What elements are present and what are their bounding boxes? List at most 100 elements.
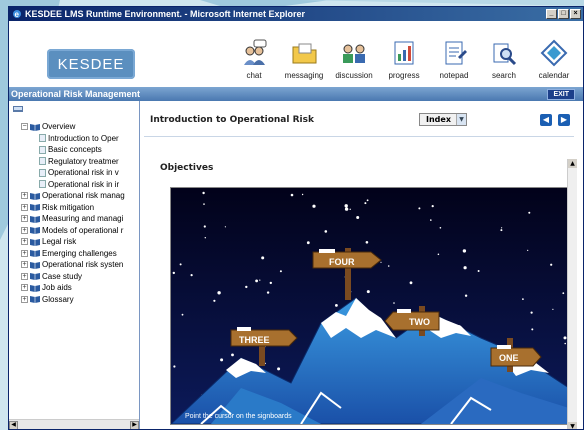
sign-one-label: ONE: [499, 353, 519, 363]
notepad-label: notepad: [439, 71, 469, 80]
objectives-scene: FOUR TWO THREE ONE Point the cursor on t…: [170, 187, 570, 425]
sign-three-label: THREE: [239, 335, 270, 345]
content-vertical-scrollbar[interactable]: ▲ ▼: [567, 159, 577, 429]
tree-item[interactable]: Introduction to Oper: [39, 133, 137, 144]
book-icon: [30, 284, 40, 292]
lms-toolbar: chat messaging discussion progress notep…: [229, 39, 579, 80]
sign-two[interactable]: TWO: [384, 309, 440, 331]
tree-item[interactable]: + Glossary: [21, 294, 137, 305]
progress-icon: [394, 41, 414, 65]
minimize-button[interactable]: _: [546, 9, 557, 19]
index-dropdown[interactable]: Index ▼: [419, 113, 467, 126]
notepad-icon: [445, 41, 467, 65]
lms-header: KESDEE chat messaging discussion progres…: [9, 21, 583, 87]
previous-button[interactable]: ◀: [540, 114, 552, 126]
tree-item[interactable]: Regulatory treatmer: [39, 156, 137, 167]
sign-three[interactable]: THREE: [230, 327, 298, 347]
kesdee-logo: KESDEE: [47, 49, 135, 79]
sign-four[interactable]: FOUR: [312, 249, 382, 269]
tree-item-label: Operational risk manag: [42, 191, 125, 200]
tree-item[interactable]: Operational risk in ir: [39, 179, 137, 190]
scroll-right-arrow[interactable]: ▶: [130, 421, 139, 429]
exit-button[interactable]: EXIT: [547, 89, 575, 100]
search-button[interactable]: search: [479, 39, 529, 80]
window-title-bar: e KESDEE LMS Runtime Environment. - Micr…: [9, 7, 583, 21]
messaging-button[interactable]: messaging: [279, 39, 329, 80]
expand-icon[interactable]: +: [21, 295, 28, 303]
calendar-icon: [540, 39, 568, 67]
expand-icon[interactable]: +: [21, 203, 28, 211]
chat-icon: [244, 39, 267, 65]
tree-item[interactable]: + Operational risk manag: [21, 190, 137, 201]
title-divider: [144, 136, 574, 137]
notepad-button[interactable]: notepad: [429, 39, 479, 80]
tree-item[interactable]: + Job aids: [21, 282, 137, 293]
close-button[interactable]: ×: [570, 9, 581, 19]
tree-item[interactable]: + Legal risk: [21, 236, 137, 247]
calendar-label: calendar: [538, 71, 570, 80]
tree-item-label: Legal risk: [42, 237, 77, 246]
tree-item-label: Overview: [42, 122, 76, 131]
expand-icon[interactable]: +: [21, 226, 28, 234]
window-title: KESDEE LMS Runtime Environment. - Micros…: [25, 9, 306, 19]
tree-item[interactable]: + Measuring and managi: [21, 213, 137, 224]
tree-item-label: Operational risk in ir: [48, 179, 120, 189]
book-icon: [30, 296, 40, 303]
page-icon: [39, 145, 46, 154]
search-label: search: [491, 71, 516, 80]
tree-item[interactable]: + Models of operational r: [21, 225, 137, 236]
course-tree: − Overview Introduction to Oper Basic conce…: [9, 101, 140, 429]
progress-button[interactable]: progress: [379, 39, 429, 80]
expand-icon[interactable]: +: [21, 261, 28, 268]
expand-icon[interactable]: +: [21, 284, 28, 291]
collapse-icon[interactable]: −: [21, 123, 28, 130]
chevron-left-icon: ◀: [542, 115, 550, 124]
browser-window: e KESDEE LMS Runtime Environment. - Micr…: [8, 6, 584, 430]
page-icon: [39, 134, 46, 142]
expand-icon[interactable]: +: [21, 272, 28, 280]
discussion-icon: [343, 44, 365, 63]
svg-text:e: e: [15, 10, 20, 19]
chat-button[interactable]: chat: [229, 39, 279, 80]
index-label: Index: [426, 115, 451, 124]
tree-item-label: Regulatory treatmer: [48, 156, 119, 166]
search-icon: [493, 43, 517, 66]
tree-item-label: Basic concepts: [48, 145, 102, 154]
tree-item-label: Operational risk systen: [42, 260, 124, 269]
tree-item[interactable]: Basic concepts: [39, 144, 137, 155]
tree-item[interactable]: + Emerging challenges: [21, 248, 137, 259]
sign-four-label: FOUR: [329, 257, 355, 267]
discussion-label: discussion: [335, 71, 373, 80]
tree-item-label: Models of operational r: [42, 225, 124, 235]
tree-item-label: Introduction to Oper: [48, 133, 119, 143]
maximize-button[interactable]: □: [558, 9, 569, 19]
tree-item[interactable]: Operational risk in v: [39, 167, 137, 178]
tree-item[interactable]: + Risk mitigation: [21, 202, 137, 213]
discussion-button[interactable]: discussion: [329, 39, 379, 80]
expand-icon[interactable]: +: [21, 192, 28, 199]
expand-icon[interactable]: +: [21, 215, 28, 222]
tree-item[interactable]: − Overview: [21, 121, 137, 132]
page-title: Introduction to Operational Risk: [150, 115, 314, 125]
scroll-left-arrow[interactable]: ◀: [9, 421, 18, 429]
tree-item[interactable]: + Operational risk systen: [21, 259, 137, 270]
chat-label: chat: [246, 71, 262, 80]
tree-horizontal-scrollbar[interactable]: ◀ ▶: [9, 419, 139, 429]
book-icon: [30, 273, 40, 280]
tree-item[interactable]: + Case study: [21, 271, 137, 282]
book-icon: [30, 238, 40, 246]
section-heading: Objectives: [160, 163, 214, 173]
book-icon: [30, 227, 40, 234]
tree-item-label: Case study: [42, 271, 83, 281]
expand-icon[interactable]: +: [21, 249, 28, 257]
next-button[interactable]: ▶: [558, 114, 570, 126]
tree-item-label: Glossary: [42, 294, 74, 304]
signboards-layer: FOUR TWO THREE ONE: [230, 249, 542, 367]
sign-one[interactable]: ONE: [490, 345, 542, 367]
course-title: Operational Risk Management: [11, 89, 141, 99]
scroll-down-arrow[interactable]: ▼: [568, 422, 577, 429]
messaging-icon: [292, 43, 317, 64]
calendar-button[interactable]: calendar: [529, 39, 579, 80]
scroll-up-arrow[interactable]: ▲: [568, 159, 577, 168]
expand-icon[interactable]: +: [21, 238, 28, 245]
